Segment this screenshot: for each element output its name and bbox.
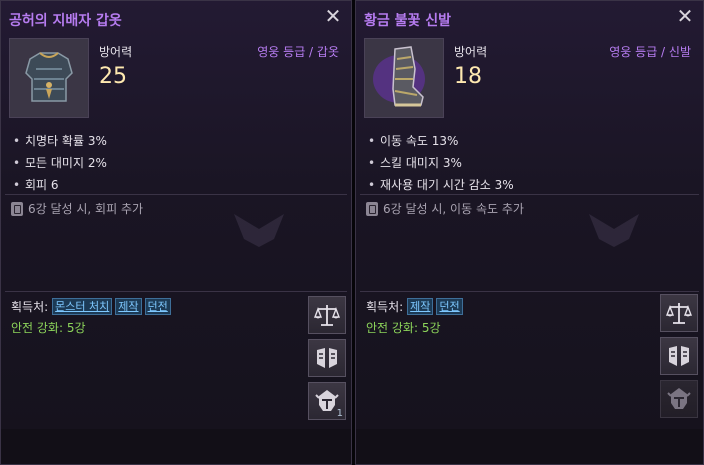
scale-button[interactable] [660,294,698,332]
option-item: 모든 대미지 2% [11,153,107,175]
defense-label: 방어력 [454,45,488,59]
divider [5,194,347,195]
acquire-tag-craft[interactable]: 제작 [115,298,142,315]
acquire-tag-dungeon[interactable]: 던전 [436,298,463,315]
acquire-tag-dungeon[interactable]: 던전 [144,298,171,315]
compare-button[interactable] [308,339,346,377]
option-list: 치명타 확률 3% 모든 대미지 2% 회피 6 [11,131,107,197]
safe-enhance: 안전 강화: 5강 [11,321,86,335]
option-item: 치명타 확률 3% [11,131,107,153]
scale-icon [665,303,693,324]
item-tooltip-boots: 황금 불꽃 신발 ✕ 방어력 18 영웅 등급 / 신발 이동 속도 13% 스… [355,0,704,465]
armor-icon [9,38,89,118]
divider [360,194,699,195]
acquire-row: 획득처: 제작 던전 [366,298,466,315]
defense-label: 방어력 [99,45,133,59]
enhance-bonus-text: 6강 달성 시, 회피 추가 [28,202,144,216]
option-list: 이동 속도 13% 스킬 대미지 3% 재사용 대기 시간 감소 3% [366,131,514,197]
tooltip-footer [1,429,351,464]
close-icon[interactable]: ✕ [323,5,343,27]
option-item: 스킬 대미지 3% [366,153,514,175]
acquire-label: 획득처: [366,300,404,314]
item-grade: 영웅 등급 / 신발 [609,45,691,59]
item-title: 공허의 지배자 갑옷 [9,13,122,29]
enhance-bonus: 6강 달성 시, 이동 속도 추가 [366,200,524,217]
equip-count: 1 [336,408,343,419]
helmet-icon [667,388,691,409]
enhance-bonus-text: 6강 달성 시, 이동 속도 추가 [383,202,524,216]
watermark-icon [589,214,639,247]
scale-button[interactable] [308,296,346,334]
divider [360,291,699,292]
helmet-button[interactable]: 1 [308,382,346,420]
scroll-icon [11,201,23,216]
safe-enhance: 안전 강화: 5강 [366,321,441,335]
item-tooltip-armor: 공허의 지배자 갑옷 ✕ 방어력 25 영웅 등급 / 갑옷 치명타 확률 3%… [0,0,352,465]
compare-button[interactable] [660,337,698,375]
defense-value: 18 [454,64,482,89]
item-grade: 영웅 등급 / 갑옷 [257,45,339,59]
divider [5,291,347,292]
tooltip-footer [356,429,703,464]
compare-icon [669,346,689,366]
boots-icon [364,38,444,118]
acquire-tag-craft[interactable]: 제작 [407,298,434,315]
item-title: 황금 불꽃 신발 [364,13,452,29]
compare-icon [317,348,337,368]
watermark-icon [234,214,284,247]
helmet-button[interactable] [660,380,698,418]
scroll-icon [366,201,378,216]
acquire-label: 획득처: [11,300,49,314]
acquire-row: 획득처: 몬스터 처치 제작 던전 [11,298,174,315]
enhance-bonus: 6강 달성 시, 회피 추가 [11,200,143,217]
defense-value: 25 [99,64,127,89]
scale-icon [313,305,341,326]
close-icon[interactable]: ✕ [675,5,695,27]
acquire-tag-monster[interactable]: 몬스터 처치 [52,298,113,315]
option-item: 이동 속도 13% [366,131,514,153]
